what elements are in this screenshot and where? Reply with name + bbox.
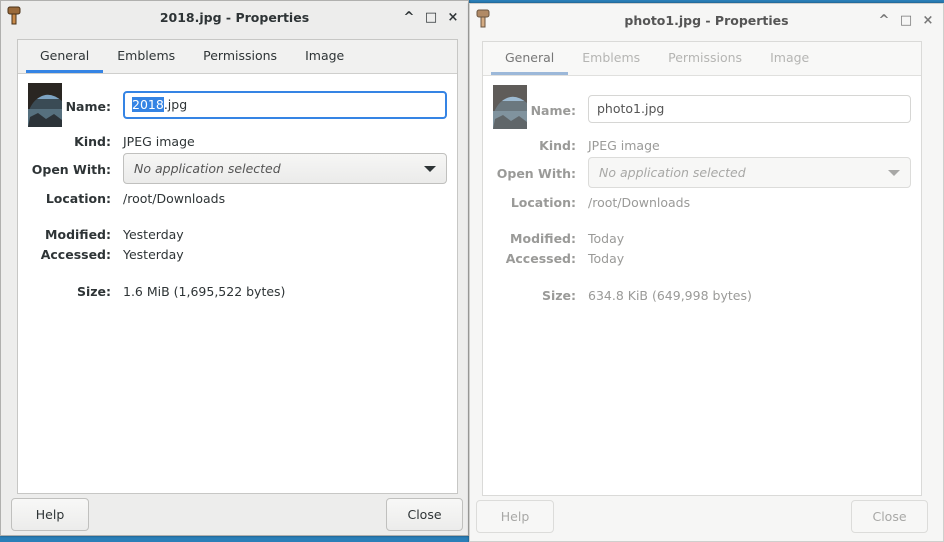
help-button[interactable]: Help [11,498,89,531]
tab-image[interactable]: Image [291,40,358,73]
properties-notebook: General Emblems Permissions Image Name: … [482,41,922,496]
location-value: /root/Downloads [588,195,691,210]
minimize-icon[interactable]: ^ [400,8,418,26]
size-value: 1.6 MiB (1,695,522 bytes) [123,284,286,299]
tab-permissions[interactable]: Permissions [654,42,756,75]
properties-window-2018: 2018.jpg - Properties ^ □ × General Embl… [0,0,469,536]
close-icon[interactable]: × [444,8,462,26]
window-title: 2018.jpg - Properties [159,10,310,25]
kind-label: Kind: [539,138,576,153]
modified-value: Yesterday [123,227,184,242]
titlebar[interactable]: 2018.jpg - Properties ^ □ × [1,1,468,35]
accessed-value: Yesterday [123,247,184,262]
accessed-value: Today [588,251,625,266]
tab-bar: General Emblems Permissions Image [18,40,457,74]
tab-image[interactable]: Image [756,42,823,75]
properties-window-photo1: photo1.jpg - Properties ^ □ × General Em… [469,3,944,542]
size-label: Size: [76,284,111,299]
name-rest-text: .jpg [163,97,188,112]
name-text: photo1.jpg [597,101,665,116]
chevron-down-icon [424,166,436,172]
modified-label: Modified: [510,231,576,246]
kind-label: Kind: [74,134,111,149]
tab-permissions[interactable]: Permissions [189,40,291,73]
maximize-icon[interactable]: □ [897,11,915,29]
close-button[interactable]: Close [386,498,463,531]
close-button[interactable]: Close [851,500,928,533]
name-selected-text: 2018 [132,97,164,112]
accessed-label: Accessed: [505,251,576,266]
tab-general[interactable]: General [491,42,569,75]
open-with-value: No application selected [599,165,746,180]
name-label: Name: [65,99,111,114]
tab-bar: General Emblems Permissions Image [483,42,921,76]
location-label: Location: [45,191,111,206]
open-with-label: Open With: [31,162,111,177]
size-value: 634.8 KiB (649,998 bytes) [588,288,752,303]
tab-emblems[interactable]: Emblems [103,40,189,73]
kind-value: JPEG image [123,134,195,149]
close-icon[interactable]: × [919,11,937,29]
name-input[interactable]: photo1.jpg [588,95,911,123]
modified-label: Modified: [45,227,111,242]
location-value: /root/Downloads [123,191,226,206]
help-button[interactable]: Help [476,500,554,533]
location-label: Location: [510,195,576,210]
maximize-icon[interactable]: □ [422,8,440,26]
kind-value: JPEG image [588,138,660,153]
size-label: Size: [541,288,576,303]
tab-emblems[interactable]: Emblems [568,42,654,75]
titlebar[interactable]: photo1.jpg - Properties ^ □ × [470,4,943,38]
chevron-down-icon [888,170,900,176]
name-input[interactable]: 2018.jpg [123,91,447,119]
modified-value: Today [588,231,625,246]
open-with-dropdown[interactable]: No application selected [588,157,911,188]
tab-general[interactable]: General [26,40,104,73]
name-label: Name: [530,103,576,118]
open-with-label: Open With: [496,166,576,181]
minimize-icon[interactable]: ^ [875,11,893,29]
open-with-dropdown[interactable]: No application selected [123,153,447,184]
window-title: photo1.jpg - Properties [624,13,789,28]
accessed-label: Accessed: [40,247,111,262]
open-with-value: No application selected [134,161,281,176]
properties-notebook: General Emblems Permissions Image Name: … [17,39,458,494]
